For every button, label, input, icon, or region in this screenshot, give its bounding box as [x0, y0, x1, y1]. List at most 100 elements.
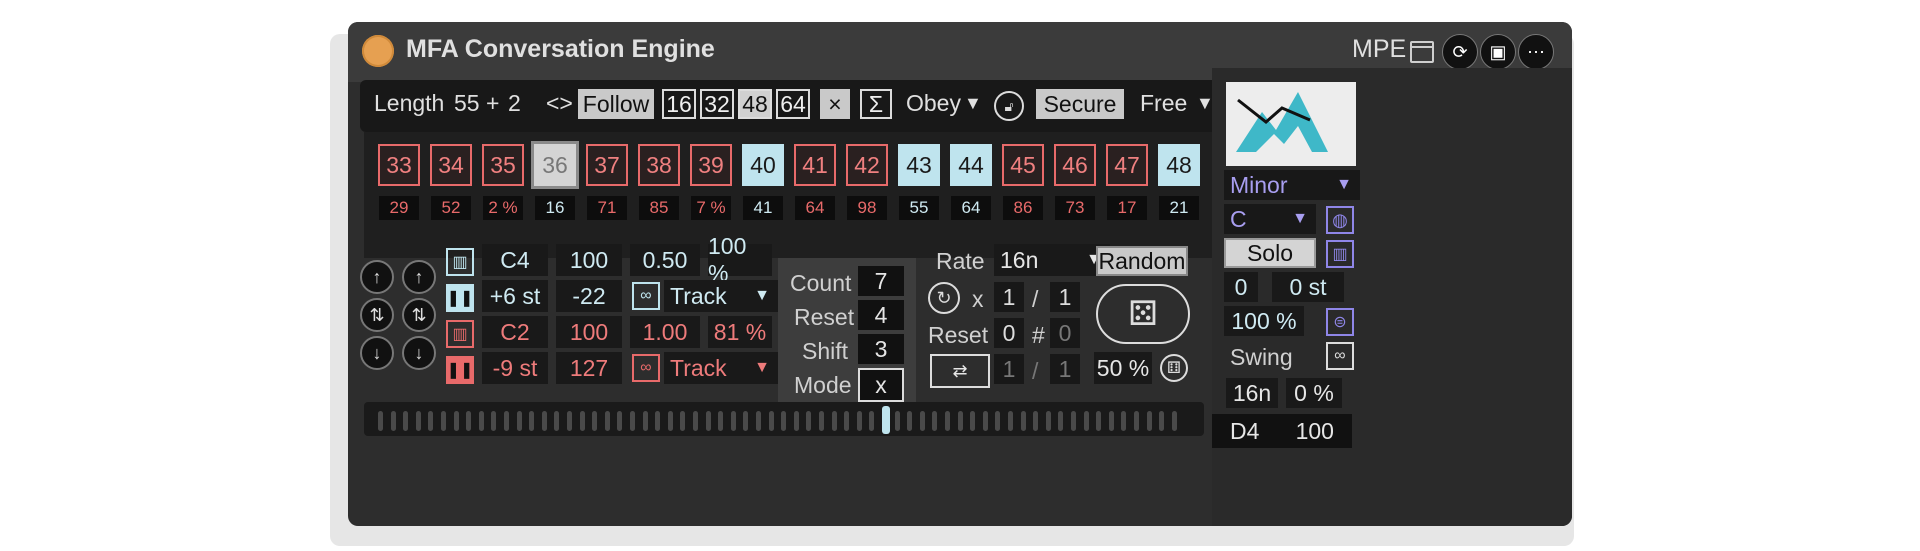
- length-offset[interactable]: 2: [508, 90, 521, 117]
- obey-dropdown[interactable]: Obey: [906, 90, 961, 117]
- step-probability-9[interactable]: 64: [795, 196, 835, 220]
- secure-button[interactable]: Secure: [1036, 89, 1124, 119]
- step-8[interactable]: 40: [742, 144, 784, 186]
- solo-button[interactable]: Solo: [1224, 238, 1316, 268]
- keyboard-icon-b[interactable]: ▥: [446, 320, 474, 348]
- step-probability-12[interactable]: 64: [951, 196, 991, 220]
- swing-rate[interactable]: 16n: [1226, 378, 1278, 408]
- drum-icon[interactable]: ⊜: [1326, 308, 1354, 336]
- scale-dropdown[interactable]: Minor ▼: [1224, 170, 1360, 200]
- length-48-button[interactable]: 48: [738, 89, 772, 119]
- obey-chevron-icon[interactable]: ▼: [964, 93, 982, 114]
- step-probability-15[interactable]: 17: [1107, 196, 1147, 220]
- step-10[interactable]: 42: [846, 144, 888, 186]
- nav-arrows[interactable]: <>: [546, 90, 573, 117]
- key-dropdown[interactable]: C ▼: [1224, 204, 1316, 234]
- voice-a-percent[interactable]: 100 %: [708, 233, 772, 286]
- loop-icon-b[interactable]: ∞: [632, 354, 660, 382]
- keyboard-icon-a[interactable]: ▥: [446, 248, 474, 276]
- voice-b-transpose[interactable]: -9 st: [482, 352, 548, 384]
- voice-b-offset[interactable]: 127: [556, 352, 622, 384]
- shift-down-icon[interactable]: ↓: [360, 336, 394, 370]
- step-9[interactable]: 41: [794, 144, 836, 186]
- voice-b-note[interactable]: C2: [482, 316, 548, 348]
- voice-a-velocity[interactable]: 100: [556, 244, 622, 276]
- step-probability-1[interactable]: 29: [379, 196, 419, 220]
- step-5[interactable]: 37: [586, 144, 628, 186]
- step-7[interactable]: 39: [690, 144, 732, 186]
- mpe-label[interactable]: MPE: [1352, 35, 1406, 64]
- value-semitones[interactable]: 0 st: [1272, 272, 1344, 302]
- voice-a-mode[interactable]: Track ▼: [664, 280, 778, 312]
- shift-up-icon[interactable]: ↑: [360, 260, 394, 294]
- swap-icon-b[interactable]: ⇅: [402, 298, 436, 332]
- step-probability-10[interactable]: 98: [847, 196, 887, 220]
- step-16[interactable]: 48: [1158, 144, 1200, 186]
- step-15[interactable]: 47: [1106, 144, 1148, 186]
- step-probability-13[interactable]: 86: [1003, 196, 1043, 220]
- free-dropdown[interactable]: Free: [1140, 90, 1187, 117]
- reset-value[interactable]: 4: [858, 300, 904, 330]
- value-percent[interactable]: 100 %: [1224, 306, 1304, 336]
- random-button[interactable]: Random: [1096, 246, 1188, 276]
- shift-up-icon-b[interactable]: ↑: [402, 260, 436, 294]
- clear-button[interactable]: ×: [820, 89, 850, 119]
- rate-denominator[interactable]: 1: [1050, 282, 1080, 312]
- step-probability-7[interactable]: 7 %: [691, 196, 731, 220]
- voice-a-offset[interactable]: -22: [556, 280, 622, 312]
- step-11[interactable]: 43: [898, 144, 940, 186]
- step-probability-11[interactable]: 55: [899, 196, 939, 220]
- step-6[interactable]: 38: [638, 144, 680, 186]
- loop-icon-a[interactable]: ∞: [632, 282, 660, 310]
- dice-icon[interactable]: ⚄: [1096, 284, 1190, 344]
- step-probability-5[interactable]: 71: [587, 196, 627, 220]
- step-12[interactable]: 44: [950, 144, 992, 186]
- voice-a-note[interactable]: C4: [482, 244, 548, 276]
- count-value[interactable]: 7: [858, 266, 904, 296]
- rate-numerator-2[interactable]: 1: [994, 354, 1024, 384]
- rate-dropdown[interactable]: 16n ▼: [994, 244, 1110, 276]
- voice-b-velocity[interactable]: 100: [556, 316, 622, 348]
- swing-loop-icon[interactable]: ∞: [1326, 342, 1354, 370]
- voice-a-transpose[interactable]: +6 st: [482, 280, 548, 312]
- length-32-button[interactable]: 32: [700, 89, 734, 119]
- cycle-icon[interactable]: ↻: [928, 282, 960, 314]
- save-icon[interactable]: ▣: [1480, 34, 1516, 70]
- step-probability-16[interactable]: 21: [1159, 196, 1199, 220]
- follow-button[interactable]: Follow: [578, 89, 654, 119]
- pause-icon-b[interactable]: ❚❚: [446, 356, 474, 384]
- piano-icon[interactable]: ▥: [1326, 240, 1354, 268]
- random-percent[interactable]: 50 %: [1094, 352, 1152, 384]
- device-power-button[interactable]: [362, 35, 394, 67]
- globe-icon[interactable]: ◍: [1326, 206, 1354, 234]
- rate-reset-value-2[interactable]: 0: [1050, 318, 1080, 348]
- sync-icon[interactable]: ⟳: [1442, 34, 1478, 70]
- sigma-button[interactable]: Σ: [860, 89, 892, 119]
- step-probability-14[interactable]: 73: [1055, 196, 1095, 220]
- small-dice-icon[interactable]: ⚅: [1160, 354, 1188, 382]
- step-2[interactable]: 34: [430, 144, 472, 186]
- step-probability-4[interactable]: 16: [535, 196, 575, 220]
- step-probability-2[interactable]: 52: [431, 196, 471, 220]
- step-3[interactable]: 35: [482, 144, 524, 186]
- step-1[interactable]: 33: [378, 144, 420, 186]
- voice-b-percent[interactable]: 81 %: [708, 316, 772, 348]
- step-13[interactable]: 45: [1002, 144, 1044, 186]
- pause-icon-a[interactable]: ❚❚: [446, 284, 474, 312]
- lock-icon[interactable]: 🔓︎: [994, 91, 1024, 121]
- more-icon[interactable]: ⋯: [1518, 34, 1554, 70]
- swap-icon[interactable]: ⇅: [360, 298, 394, 332]
- swing-amount[interactable]: 0 %: [1286, 378, 1342, 408]
- step-probability-6[interactable]: 85: [639, 196, 679, 220]
- step-scrubber[interactable]: [364, 402, 1204, 436]
- step-probability-8[interactable]: 41: [743, 196, 783, 220]
- voice-a-amount[interactable]: 0.50: [630, 244, 700, 276]
- voice-b-amount[interactable]: 1.00: [630, 316, 700, 348]
- voice-b-mode[interactable]: Track ▼: [664, 352, 778, 384]
- shift-down-icon-b[interactable]: ↓: [402, 336, 436, 370]
- rate-reset-value[interactable]: 0: [994, 318, 1024, 348]
- rate-denominator-2[interactable]: 1: [1050, 354, 1080, 384]
- mode-value[interactable]: x: [858, 368, 904, 402]
- rate-numerator[interactable]: 1: [994, 282, 1024, 312]
- shift-value[interactable]: 3: [858, 334, 904, 364]
